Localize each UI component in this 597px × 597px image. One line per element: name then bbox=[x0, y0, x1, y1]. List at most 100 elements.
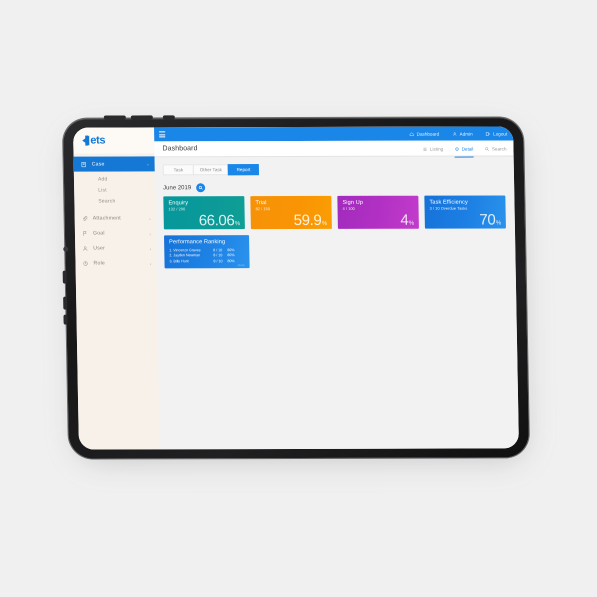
kpi-card-value: 66.06% bbox=[198, 212, 240, 230]
view-tab-listing[interactable]: Listing bbox=[422, 139, 443, 157]
kpi-card-title: Task Efficiency bbox=[429, 199, 468, 206]
ranking-row: 3. Billy Hunt 8 / 10 80% bbox=[169, 259, 244, 265]
sidebar-nav: Case ⌄ Add List Search Attachment › Goal… bbox=[73, 153, 156, 271]
sidebar-subitem-search[interactable]: Search bbox=[74, 196, 155, 207]
sidebar-item-goal[interactable]: Goal › bbox=[75, 226, 156, 241]
kpi-value-number: 59.9 bbox=[293, 211, 322, 230]
main-area: Dashboard Admin Logout Dashboard Listing… bbox=[154, 126, 519, 450]
view-tab-detail-label: Detail bbox=[461, 146, 474, 152]
topnav-item-logout[interactable]: Logout bbox=[486, 130, 508, 137]
view-tab-detail[interactable]: Detail bbox=[453, 139, 474, 158]
kpi-card-subtitle: 132 / 200 bbox=[168, 206, 186, 211]
chevron-right-icon: › bbox=[149, 260, 152, 266]
kpi-card-subtitle: 4 / 100 bbox=[342, 206, 355, 211]
tab-task[interactable]: Task bbox=[162, 164, 194, 176]
goal-icon bbox=[82, 231, 88, 237]
topnav-item-admin[interactable]: Admin bbox=[452, 131, 473, 136]
top-nav: Dashboard Admin Logout bbox=[409, 131, 507, 136]
sidebar-item-case[interactable]: Case ⌄ bbox=[73, 156, 155, 172]
chevron-right-icon: › bbox=[149, 230, 152, 236]
tab-other-task[interactable]: Other Task bbox=[192, 164, 230, 176]
chevron-right-icon: › bbox=[149, 245, 152, 251]
kpi-value-number: 4 bbox=[400, 211, 409, 229]
topnav-item-admin-label: Admin bbox=[459, 131, 473, 137]
ranking-name: 3. Billy Hunt bbox=[169, 258, 189, 263]
chevron-right-icon: › bbox=[149, 215, 151, 221]
sidebar-subitem-add[interactable]: Add bbox=[74, 173, 155, 184]
view-tab-search[interactable]: Search bbox=[484, 139, 507, 157]
sidebar-item-goal-label: Goal bbox=[92, 230, 105, 237]
power-button[interactable] bbox=[162, 115, 175, 120]
volume-down-button[interactable] bbox=[130, 115, 153, 120]
sidebar-item-attachment-label: Attachment bbox=[92, 215, 122, 222]
app-logo[interactable]: ets bbox=[73, 127, 155, 154]
sidebar: ets Case ⌄ Add List Search Attachment › … bbox=[73, 127, 160, 450]
kpi-value-number: 70 bbox=[479, 211, 496, 229]
tablet-screen: ets Case ⌄ Add List Search Attachment › … bbox=[73, 126, 519, 450]
topnav-item-logout-label: Logout bbox=[493, 130, 508, 137]
kpi-value-unit: % bbox=[408, 220, 414, 227]
tab-row: Task Other Task Report bbox=[162, 163, 505, 176]
logout-icon bbox=[486, 131, 491, 136]
kpi-card-task-efficiency[interactable]: Task Efficiency 3 / 10 Overdue Tasks 70% bbox=[424, 195, 506, 229]
list-icon bbox=[423, 147, 427, 151]
side-connector-3 bbox=[63, 314, 68, 325]
front-camera bbox=[63, 246, 69, 252]
topnav-item-dashboard-label: Dashboard bbox=[416, 131, 440, 137]
kpi-card-subtitle: 82 / 150 bbox=[255, 206, 271, 211]
sub-bar: Dashboard Listing Detail Search bbox=[154, 139, 514, 158]
role-icon bbox=[82, 261, 88, 267]
detail-icon bbox=[455, 146, 459, 151]
kpi-card-signup[interactable]: Sign Up 4 / 100 4% bbox=[337, 195, 419, 229]
kpi-value-number: 66.06 bbox=[198, 212, 235, 230]
month-label: June 2019 bbox=[163, 184, 192, 191]
screenshot-canvas: ets Case ⌄ Add List Search Attachment › … bbox=[0, 0, 597, 597]
sidebar-item-user-label: User bbox=[93, 245, 106, 252]
sidebar-item-attachment[interactable]: Attachment › bbox=[75, 211, 156, 226]
topnav-item-dashboard[interactable]: Dashboard bbox=[409, 131, 439, 136]
month-search-button[interactable] bbox=[196, 183, 206, 193]
kpi-value-unit: % bbox=[234, 221, 240, 228]
ranking-footnote[interactable]: more bbox=[238, 263, 245, 267]
sidebar-subitem-list[interactable]: List bbox=[74, 185, 155, 196]
sidebar-item-role-label: Role bbox=[93, 260, 106, 267]
performance-ranking-card[interactable]: Performance Ranking 1. Vincenzo Graves 8… bbox=[164, 235, 250, 269]
sidebar-item-user[interactable]: User › bbox=[75, 241, 156, 256]
kpi-card-title: Sign Up bbox=[342, 199, 364, 206]
kpi-card-title: Enquiry bbox=[168, 200, 189, 207]
kpi-card-value: 59.9% bbox=[293, 211, 327, 230]
hamburger-menu-icon[interactable] bbox=[159, 131, 166, 138]
logo-bar-icon bbox=[85, 135, 89, 146]
view-tab-listing-label: Listing bbox=[429, 146, 444, 152]
logo-text: ets bbox=[90, 134, 106, 147]
dashboard-app: ets Case ⌄ Add List Search Attachment › … bbox=[73, 126, 519, 450]
kpi-card-value: 70% bbox=[479, 211, 501, 229]
sidebar-subnav: Add List Search bbox=[74, 171, 156, 211]
kpi-card-subtitle: 3 / 10 Overdue Tasks bbox=[429, 206, 468, 211]
kpi-card-title: Trial bbox=[255, 200, 267, 207]
user-icon bbox=[82, 246, 88, 252]
view-tabs: Listing Detail Search bbox=[422, 139, 507, 158]
side-connector-1 bbox=[62, 270, 67, 284]
user-icon bbox=[452, 131, 457, 136]
kpi-value-unit: % bbox=[321, 220, 327, 227]
kpi-card-row: Enquiry 132 / 200 66.06% Trial 82 / 150 bbox=[163, 195, 506, 230]
view-tab-search-label: Search bbox=[491, 145, 507, 152]
attachment-icon bbox=[82, 216, 88, 222]
chevron-down-icon: ⌄ bbox=[146, 161, 150, 167]
device-bezel: ets Case ⌄ Add List Search Attachment › … bbox=[62, 115, 530, 459]
ranking-score: 8 / 10 bbox=[213, 258, 223, 263]
kpi-value-unit: % bbox=[495, 220, 501, 227]
tab-report[interactable]: Report bbox=[227, 164, 260, 176]
kpi-card-enquiry[interactable]: Enquiry 132 / 200 66.06% bbox=[163, 196, 245, 230]
case-icon bbox=[81, 161, 87, 167]
kpi-card-value: 4% bbox=[400, 211, 414, 229]
kpi-card-trial[interactable]: Trial 82 / 150 59.9% bbox=[250, 195, 332, 230]
content-area: Task Other Task Report June 2019 Enquiry… bbox=[155, 156, 519, 449]
search-icon bbox=[198, 186, 203, 190]
month-filter-row: June 2019 bbox=[163, 182, 505, 193]
search-icon bbox=[485, 146, 489, 151]
sidebar-item-role[interactable]: Role › bbox=[75, 256, 156, 271]
sidebar-item-case-label: Case bbox=[91, 161, 105, 168]
volume-up-button[interactable] bbox=[103, 115, 126, 120]
